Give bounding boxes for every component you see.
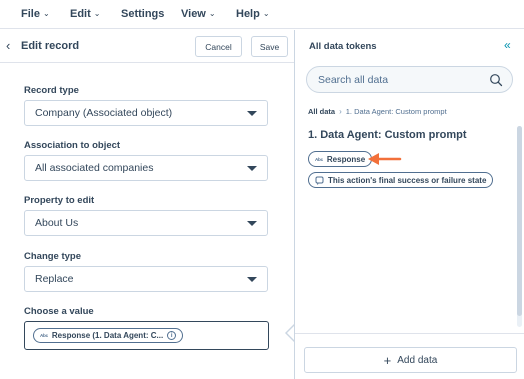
- panel-title: All data tokens: [309, 41, 377, 52]
- cancel-button[interactable]: Cancel: [195, 36, 242, 57]
- page-title: Edit record: [21, 40, 80, 52]
- token-final-state[interactable]: This action's final success or failure s…: [308, 172, 494, 188]
- search-box: [306, 66, 513, 93]
- chevron-left-icon[interactable]: ‹: [6, 38, 10, 53]
- property-label: Property to edit: [24, 195, 95, 206]
- editor-header: ‹ Edit record Cancel Save: [0, 30, 294, 63]
- text-type-icon: Abc: [315, 156, 323, 162]
- chevron-down-icon: ⌄: [93, 8, 101, 18]
- scrollbar-thumb[interactable]: [517, 126, 522, 316]
- token-response[interactable]: Abc Response: [308, 151, 373, 167]
- selected-token[interactable]: Abc Response (1. Data Agent: C... i: [33, 328, 184, 343]
- add-data-button[interactable]: + Add data: [304, 347, 517, 373]
- change-type-label: Change type: [24, 251, 82, 262]
- data-tokens-panel: All data tokens « All data › 1. Data Age…: [294, 30, 524, 379]
- status-icon: [315, 176, 324, 185]
- menu-help-label: Help: [236, 8, 260, 20]
- add-data-label: Add data: [397, 354, 438, 366]
- selected-token-label: Response (1. Data Agent: C...: [51, 331, 164, 340]
- chevron-down-icon: ⌄: [262, 8, 270, 18]
- menu-edit[interactable]: Edit ⌄: [70, 8, 100, 20]
- token-label: Response: [326, 154, 366, 164]
- info-icon[interactable]: i: [167, 331, 177, 340]
- choose-value-field[interactable]: Abc Response (1. Data Agent: C... i: [24, 321, 269, 350]
- menu-file-label: File: [21, 8, 40, 20]
- breadcrumb-separator: ›: [339, 107, 342, 116]
- text-type-icon: Abc: [40, 333, 48, 338]
- choose-value-label: Choose a value: [24, 306, 94, 317]
- association-label: Association to object: [24, 140, 121, 151]
- change-type-value: Replace: [35, 273, 74, 285]
- menu-bar: File ⌄ Edit ⌄ Settings View ⌄ Help ⌄: [0, 0, 524, 29]
- property-select[interactable]: About Us: [24, 210, 268, 236]
- menu-view-label: View: [181, 8, 206, 20]
- caret-down-icon: [247, 166, 257, 171]
- chevron-down-icon: ⌄: [208, 8, 216, 18]
- association-select[interactable]: All associated companies: [24, 155, 268, 181]
- record-type-select[interactable]: Company (Associated object): [24, 100, 268, 126]
- plus-icon: +: [383, 352, 392, 368]
- caret-down-icon: [247, 221, 257, 226]
- double-chevron-left-icon[interactable]: «: [504, 38, 511, 52]
- menu-file[interactable]: File ⌄: [21, 8, 50, 20]
- save-button[interactable]: Save: [251, 36, 288, 57]
- breadcrumb: All data › 1. Data Agent: Custom prompt: [308, 107, 447, 116]
- breadcrumb-root[interactable]: All data: [308, 107, 335, 116]
- menu-edit-label: Edit: [70, 8, 91, 20]
- record-type-value: Company (Associated object): [35, 107, 173, 119]
- association-value: All associated companies: [35, 162, 154, 174]
- section-title: 1. Data Agent: Custom prompt: [308, 129, 467, 141]
- panel-footer: + Add data: [295, 333, 524, 379]
- caret-down-icon: [247, 111, 257, 116]
- arrow-left-icon: [368, 153, 402, 165]
- record-type-label: Record type: [24, 85, 79, 96]
- search-input[interactable]: [318, 73, 488, 87]
- chevron-down-icon: ⌄: [42, 8, 50, 18]
- menu-help[interactable]: Help ⌄: [236, 8, 270, 20]
- menu-settings[interactable]: Settings: [121, 8, 164, 20]
- caret-down-icon: [247, 277, 257, 282]
- menu-view[interactable]: View ⌄: [181, 8, 216, 20]
- menu-settings-label: Settings: [121, 8, 165, 20]
- token-label: This action's final success or failure s…: [328, 175, 487, 185]
- change-type-select[interactable]: Replace: [24, 266, 268, 292]
- breadcrumb-current: 1. Data Agent: Custom prompt: [345, 107, 447, 116]
- property-value: About Us: [35, 217, 79, 229]
- search-icon[interactable]: [489, 73, 503, 87]
